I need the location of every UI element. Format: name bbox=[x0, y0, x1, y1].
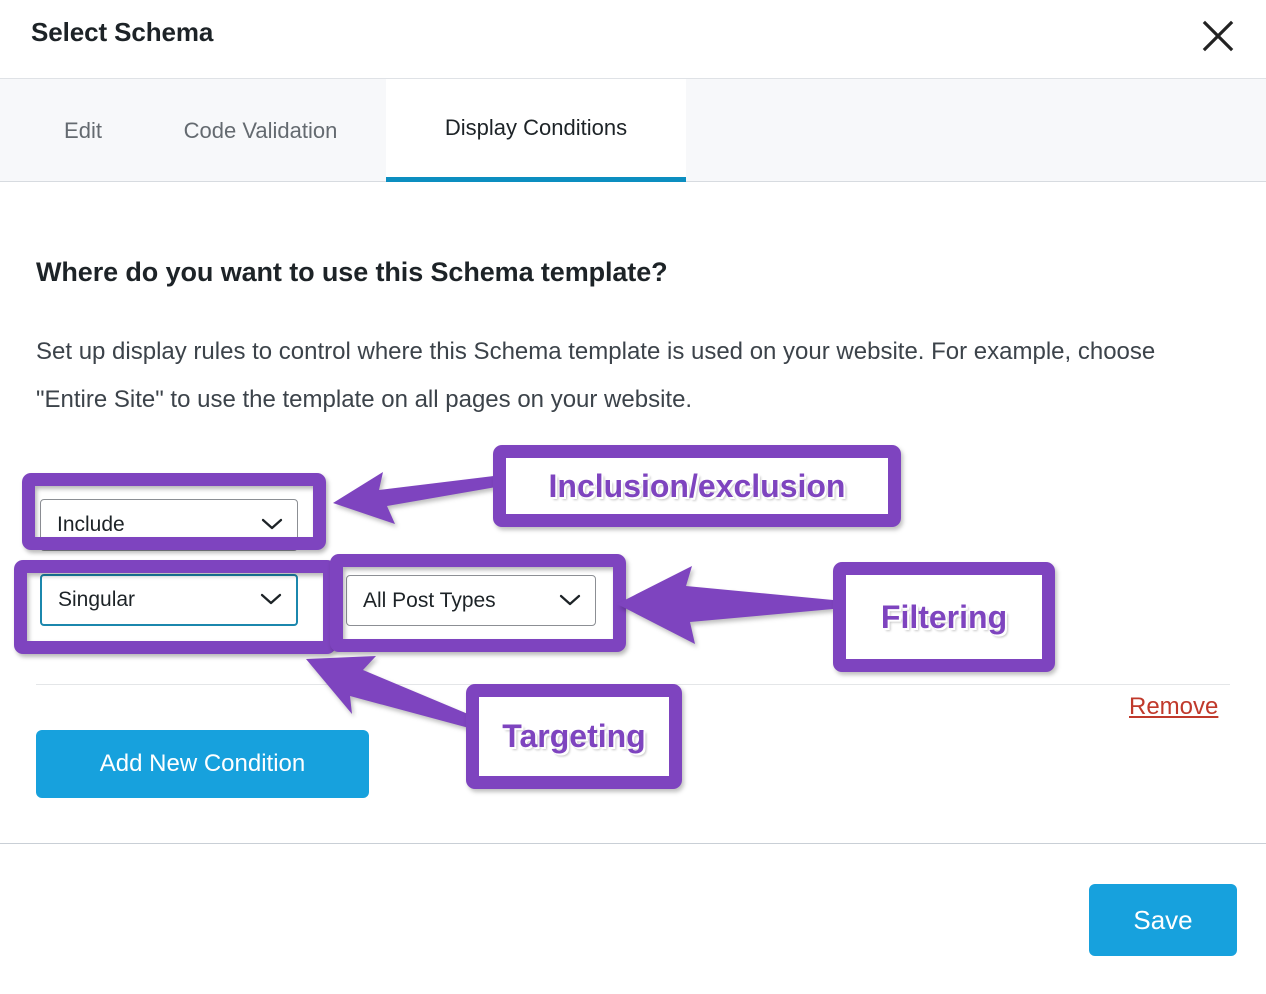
modal-footer: Save bbox=[0, 844, 1266, 994]
close-icon-glyph bbox=[1202, 20, 1234, 52]
save-button[interactable]: Save bbox=[1089, 884, 1237, 956]
targeting-select[interactable]: Singular bbox=[40, 574, 298, 626]
add-new-condition-button[interactable]: Add New Condition bbox=[36, 730, 369, 798]
tab-display-conditions[interactable]: Display Conditions bbox=[386, 79, 686, 182]
inclusion-select-value: Include bbox=[57, 513, 125, 536]
remove-condition-link[interactable]: Remove bbox=[1129, 693, 1218, 721]
page-title: Select Schema bbox=[31, 17, 214, 47]
close-icon[interactable] bbox=[1195, 13, 1241, 59]
modal-header: Select Schema bbox=[0, 0, 1266, 78]
modal-body: Where do you want to use this Schema tem… bbox=[0, 183, 1266, 843]
chevron-down-icon bbox=[559, 589, 581, 613]
tab-edit[interactable]: Edit bbox=[24, 79, 142, 182]
tab-bar: Edit Code Validation Display Conditions bbox=[0, 78, 1266, 182]
row-divider bbox=[36, 684, 1230, 685]
section-heading: Where do you want to use this Schema tem… bbox=[36, 257, 668, 287]
inclusion-select[interactable]: Include bbox=[40, 499, 298, 551]
tab-code-validation[interactable]: Code Validation bbox=[142, 79, 379, 182]
filtering-select-value: All Post Types bbox=[363, 588, 496, 612]
chevron-down-icon bbox=[261, 513, 283, 537]
targeting-select-value: Singular bbox=[58, 588, 136, 611]
chevron-down-icon bbox=[260, 588, 282, 612]
section-description: Set up display rules to control where th… bbox=[36, 338, 1156, 413]
filtering-select[interactable]: All Post Types bbox=[346, 575, 596, 626]
